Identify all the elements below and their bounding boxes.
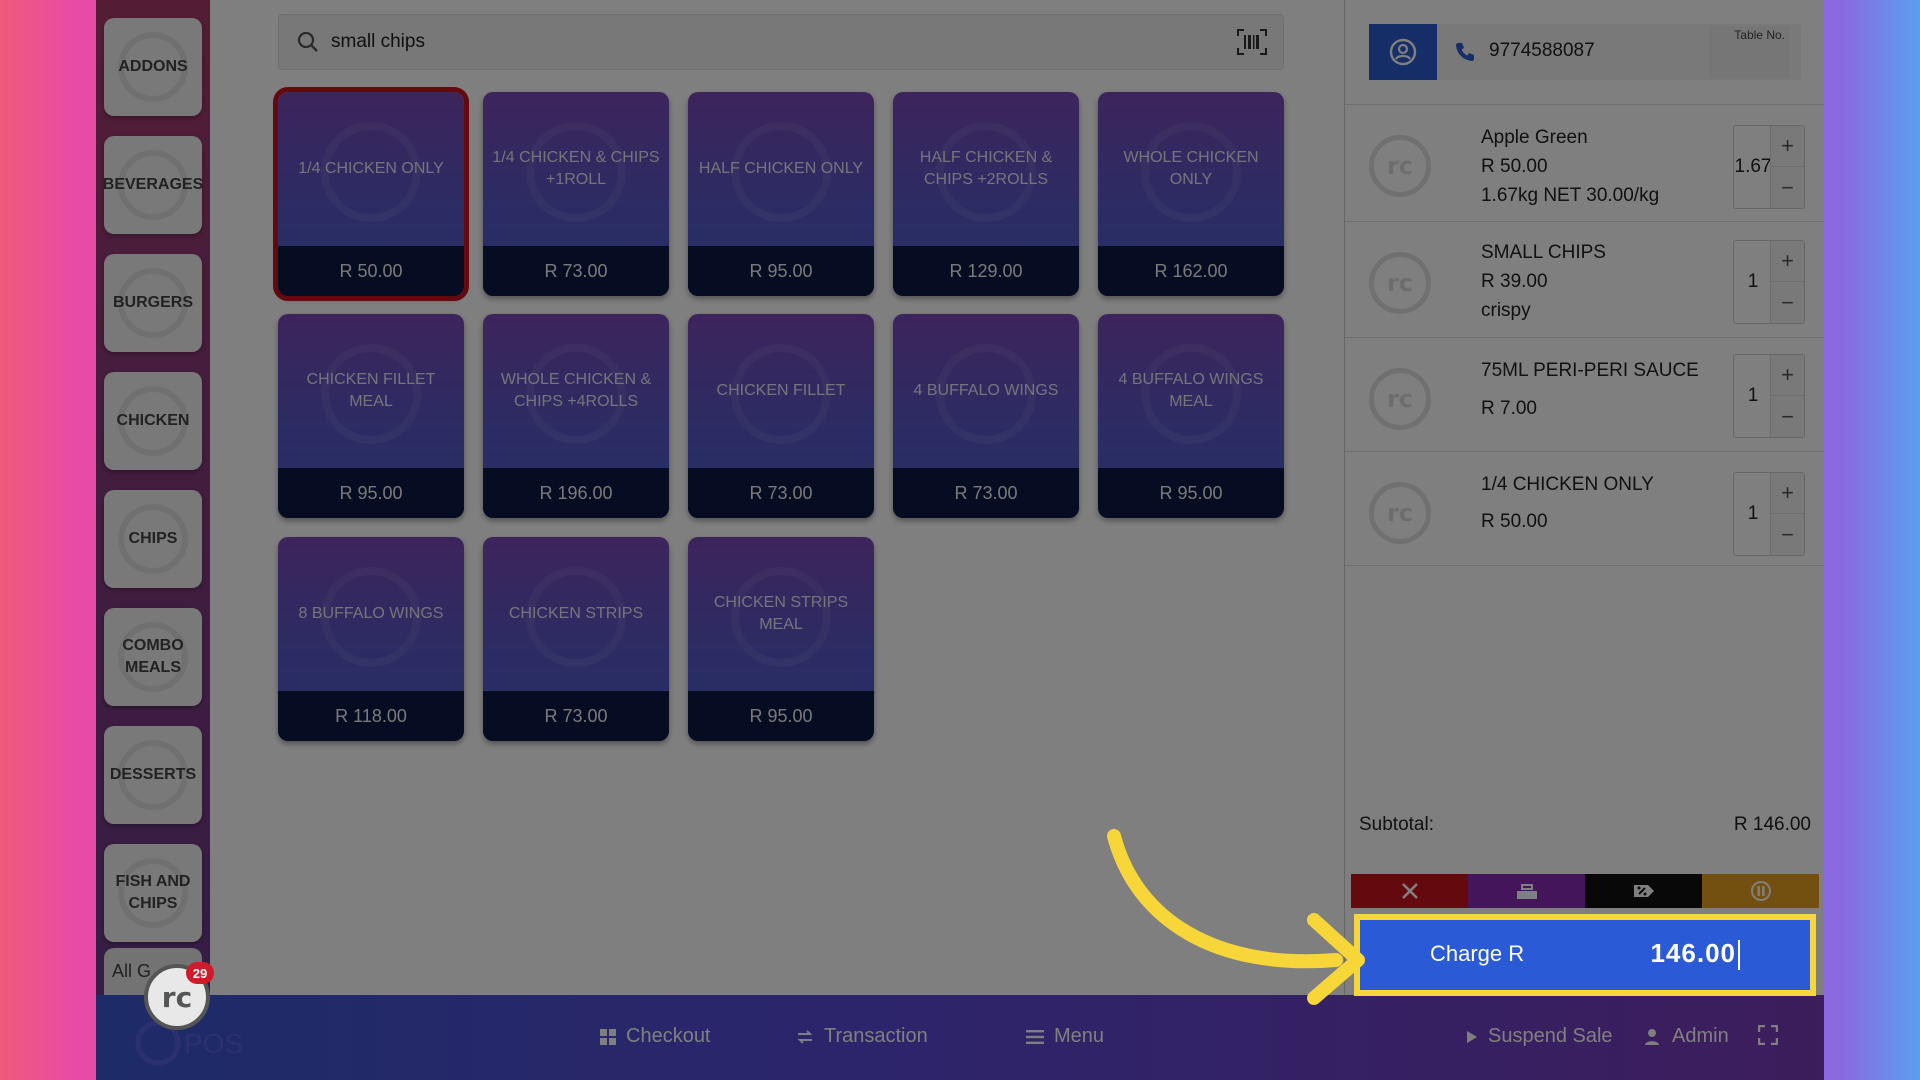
nav-checkout[interactable]: Checkout: [600, 1025, 711, 1048]
bottom-nav: POS Checkout Transaction Menu Suspend Sa…: [96, 995, 1824, 1080]
product-tile[interactable]: HALF CHICKEN & CHIPS +2ROLLS R 129.00: [893, 92, 1079, 296]
fullscreen-icon: [1758, 1025, 1778, 1045]
quantity-stepper[interactable]: 1 + −: [1733, 472, 1805, 556]
quantity-stepper[interactable]: 1.67 + −: [1733, 125, 1805, 209]
hold-sale-button[interactable]: [1702, 874, 1819, 908]
category-addons[interactable]: ADDONS: [104, 18, 202, 116]
category-combo-meals[interactable]: COMBO MEALS: [104, 608, 202, 706]
product-tile[interactable]: CHICKEN STRIPS MEAL R 95.00: [688, 537, 874, 741]
product-area: small chips 1/4 CHICKEN ONLY R 50.00 1/4 …: [210, 0, 1344, 995]
charge-amount: 146.00: [1650, 938, 1736, 968]
product-tile[interactable]: CHICKEN FILLET R 73.00: [688, 314, 874, 518]
close-icon: [1401, 883, 1418, 899]
product-tile[interactable]: HALF CHICKEN ONLY R 95.00: [688, 92, 874, 296]
menu-icon: [1026, 1029, 1044, 1044]
product-placeholder-icon: rc: [1369, 482, 1431, 544]
pause-icon: [1750, 881, 1771, 901]
barcode-icon[interactable]: [1237, 29, 1267, 55]
charge-button[interactable]: Charge R 146.00: [1354, 914, 1816, 996]
notification-badge: 29: [186, 962, 214, 984]
category-chicken[interactable]: CHICKEN: [104, 372, 202, 470]
cancel-sale-button[interactable]: [1351, 874, 1468, 908]
product-placeholder-icon: rc: [1369, 252, 1431, 314]
increment-button[interactable]: +: [1770, 126, 1804, 167]
increment-button[interactable]: +: [1770, 355, 1804, 396]
pos-app: ADDONS BEVERAGES BURGERS CHICKEN CHIPS C…: [96, 0, 1824, 1080]
product-tile[interactable]: 4 BUFFALO WINGS R 73.00: [893, 314, 1079, 518]
increment-button[interactable]: +: [1770, 473, 1804, 514]
product-placeholder-icon: rc: [1369, 368, 1431, 430]
decrement-button[interactable]: −: [1770, 282, 1804, 323]
cart-item[interactable]: rc Apple Green R 50.00 1.67kg NET 30.00/…: [1345, 104, 1824, 222]
phone-icon: [1456, 43, 1474, 61]
cart-item[interactable]: rc 75ML PERI-PERI SAUCE R 7.00 1 + −: [1345, 338, 1824, 452]
charge-label: Charge R: [1430, 941, 1525, 966]
search-icon: [297, 31, 318, 52]
category-sidebar: ADDONS BEVERAGES BURGERS CHICKEN CHIPS C…: [96, 0, 210, 995]
category-fish-and-chips[interactable]: FISH AND CHIPS: [104, 844, 202, 942]
cart-item[interactable]: rc SMALL CHIPS R 39.00 crispy 1 + −: [1345, 222, 1824, 338]
discount-icon: [1633, 885, 1654, 897]
product-tile[interactable]: WHOLE CHICKEN & CHIPS +4ROLLS R 196.00: [483, 314, 669, 518]
customer-bar: 9774588087 Table No.: [1369, 24, 1801, 80]
product-tile[interactable]: WHOLE CHICKEN ONLY R 162.00: [1098, 92, 1284, 296]
quantity-stepper[interactable]: 1 + −: [1733, 354, 1805, 438]
product-tile[interactable]: CHICKEN STRIPS R 73.00: [483, 537, 669, 741]
category-chips[interactable]: CHIPS: [104, 490, 202, 588]
category-burgers[interactable]: BURGERS: [104, 254, 202, 352]
search-input[interactable]: small chips: [331, 31, 425, 53]
quantity-value[interactable]: 1: [1734, 503, 1772, 525]
product-tile[interactable]: 1/4 CHICKEN & CHIPS +1ROLL R 73.00: [483, 92, 669, 296]
decrement-button[interactable]: −: [1770, 514, 1804, 555]
category-desserts[interactable]: DESSERTS: [104, 726, 202, 824]
cash-drawer-button[interactable]: [1468, 874, 1585, 908]
quantity-value[interactable]: 1: [1734, 385, 1772, 407]
play-icon: [1467, 1030, 1477, 1043]
cash-register-icon: [1516, 884, 1537, 899]
cart-actions: [1351, 874, 1819, 908]
subtotal-value: R 146.00: [1733, 814, 1811, 835]
svg-text:POS: POS: [184, 1028, 243, 1059]
discount-button[interactable]: [1585, 874, 1702, 908]
product-tile[interactable]: 1/4 CHICKEN ONLY R 50.00: [273, 87, 469, 301]
product-tile[interactable]: 4 BUFFALO WINGS MEAL R 95.00: [1098, 314, 1284, 518]
decrement-button[interactable]: −: [1770, 167, 1804, 208]
text-caret: [1738, 940, 1740, 970]
quantity-stepper[interactable]: 1 + −: [1733, 240, 1805, 324]
quantity-value[interactable]: 1.67: [1734, 156, 1772, 178]
category-beverages[interactable]: BEVERAGES: [104, 136, 202, 234]
decrement-button[interactable]: −: [1770, 396, 1804, 437]
product-placeholder-icon: rc: [1369, 135, 1431, 197]
cart-panel: 9774588087 Table No. rc Apple Green R 50…: [1344, 0, 1824, 995]
nav-transaction[interactable]: Transaction: [796, 1025, 928, 1048]
nav-admin[interactable]: Admin: [1644, 1025, 1729, 1048]
search-bar[interactable]: small chips: [278, 14, 1284, 70]
nav-suspend-sale[interactable]: Suspend Sale: [1466, 1025, 1613, 1048]
table-number-field[interactable]: Table No.: [1709, 26, 1789, 78]
user-icon[interactable]: [1369, 24, 1437, 80]
grid-icon: [600, 1028, 616, 1045]
nav-menu[interactable]: Menu: [1026, 1025, 1104, 1048]
customer-phone[interactable]: 9774588087: [1489, 40, 1595, 62]
product-tile[interactable]: 8 BUFFALO WINGS R 118.00: [278, 537, 464, 741]
admin-user-icon: [1645, 1028, 1659, 1045]
increment-button[interactable]: +: [1770, 241, 1804, 282]
swap-icon: [797, 1029, 813, 1044]
quantity-value[interactable]: 1: [1734, 271, 1772, 293]
subtotal-row: Subtotal: R 146.00: [1359, 814, 1811, 835]
product-tile[interactable]: CHICKEN FILLET MEAL R 95.00: [278, 314, 464, 518]
cart-item[interactable]: rc 1/4 CHICKEN ONLY R 50.00 1 + −: [1345, 452, 1824, 566]
fullscreen-button[interactable]: [1758, 1025, 1778, 1045]
